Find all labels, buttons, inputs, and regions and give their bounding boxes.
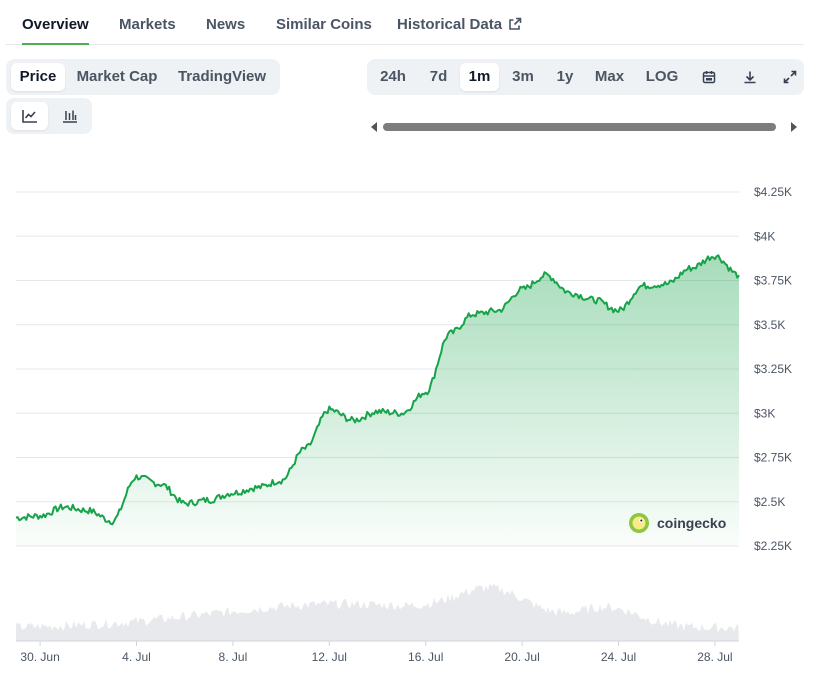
scroll-right-arrow[interactable] [791, 122, 797, 132]
range-scrollbar[interactable] [367, 118, 803, 136]
x-tick-label: 12. Jul [312, 650, 347, 664]
volume-area [16, 583, 739, 641]
tab-overview[interactable]: Overview [22, 0, 89, 45]
y-tick-label: $2.5K [754, 495, 785, 509]
range-max-button[interactable]: Max [587, 63, 632, 91]
y-tick-label: $3K [754, 406, 775, 420]
calendar-button[interactable] [693, 63, 725, 91]
range-3m-button[interactable]: 3m [504, 63, 542, 91]
y-tick-label: $4K [754, 229, 775, 243]
scrollbar-thumb[interactable] [383, 123, 776, 131]
expand-icon [783, 70, 796, 84]
y-tick-label: $3.75K [754, 274, 792, 288]
range-24h-button[interactable]: 24h [371, 63, 415, 91]
calendar-icon [702, 71, 716, 84]
log-scale-button[interactable]: LOG [637, 63, 687, 91]
x-tick-label: 20. Jul [504, 650, 539, 664]
price-button[interactable]: Price [11, 63, 65, 91]
range-1y-button[interactable]: 1y [547, 63, 583, 91]
x-tick-label: 16. Jul [408, 650, 443, 664]
y-tick-label: $3.25K [754, 362, 792, 376]
range-1m-button[interactable]: 1m [460, 63, 499, 91]
y-tick-label: $3.5K [754, 318, 785, 332]
range-selector: 24h 7d 1m 3m 1y Max LOG [367, 59, 804, 95]
scroll-left-arrow[interactable] [371, 122, 377, 132]
tab-bar: Overview Markets News Similar Coins Hist… [6, 0, 804, 45]
chart-type-selector: Price Market Cap TradingView [6, 59, 280, 95]
view-selector [6, 98, 92, 134]
line-chart-button[interactable] [11, 102, 48, 130]
y-tick-label: $4.25K [754, 185, 792, 199]
tab-markets[interactable]: Markets [119, 0, 176, 44]
tab-historical-data-label: Historical Data [397, 16, 503, 33]
x-tick-label: 30. Jun [20, 650, 59, 664]
candlestick-chart-icon [62, 110, 77, 123]
market-cap-button[interactable]: Market Cap [70, 63, 164, 91]
gecko-logo-icon [629, 513, 649, 533]
range-7d-button[interactable]: 7d [420, 63, 457, 91]
candlestick-chart-button[interactable] [51, 102, 88, 130]
y-tick-label: $2.25K [754, 539, 792, 553]
brand-name: coingecko [657, 515, 727, 531]
line-chart-icon [21, 110, 37, 123]
expand-button[interactable] [775, 63, 804, 91]
tradingview-button[interactable]: TradingView [169, 63, 275, 91]
x-tick-label: 8. Jul [219, 650, 248, 664]
download-button[interactable] [734, 63, 766, 91]
tab-historical-data[interactable]: Historical Data [397, 0, 522, 44]
y-tick-label: $2.75K [754, 451, 792, 465]
tab-news[interactable]: News [206, 0, 245, 44]
tab-similar-coins[interactable]: Similar Coins [276, 0, 372, 44]
x-tick-label: 24. Jul [601, 650, 636, 664]
price-chart: $2.25K $2.5K $2.75K $3K $3.25K $3.5K $3.75K $4K… [15, 185, 792, 664]
download-icon [744, 71, 756, 84]
coingecko-watermark: coingecko [628, 512, 726, 534]
external-link-icon [509, 17, 522, 30]
x-tick-label: 4. Jul [122, 650, 151, 664]
x-tick-label: 28. Jul [697, 650, 732, 664]
